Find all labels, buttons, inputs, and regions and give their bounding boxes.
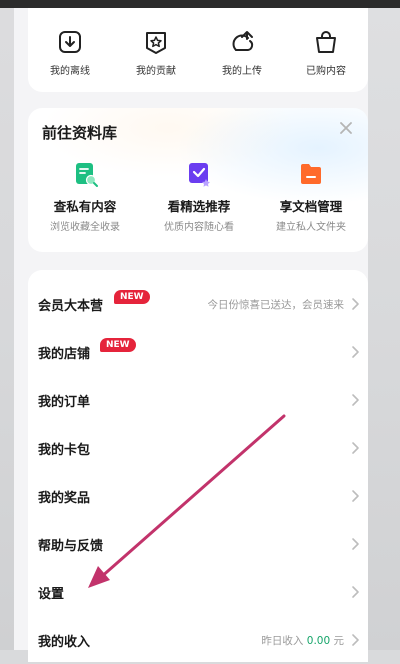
quick-action-label: 我的上传 [222, 66, 262, 77]
chevron-right-icon [352, 298, 359, 310]
menu-item-hint: 今日份惊喜已送达，会员速来 [207, 299, 345, 311]
income-hint-prefix: 昨日收入 [261, 635, 304, 647]
library-item-private[interactable]: 查私有内容 浏览收藏全收录 [30, 160, 140, 233]
menu-item-label: 我的卡包 [38, 443, 91, 458]
menu-item-card-wallet[interactable]: 我的卡包 [28, 424, 368, 472]
curated-check-icon [189, 163, 210, 187]
star-badge-icon [146, 32, 166, 54]
library-item-manage[interactable]: 享文档管理 建立私人文件夹 [256, 160, 366, 233]
library-item-subtitle: 优质内容随心看 [164, 222, 234, 233]
chevron-right-icon [352, 634, 359, 646]
menu-item-label: 我的店铺 [38, 347, 91, 362]
menu-item-label: 我的奖品 [38, 491, 91, 506]
library-item-name: 看精选推荐 [167, 199, 231, 214]
chevron-right-icon [352, 490, 359, 502]
quick-actions-card: 我的离线 我的贡献 我的上传 已购内容 [28, 8, 368, 92]
menu-item-orders[interactable]: 我的订单 [28, 376, 368, 424]
menu-item-label: 设置 [38, 587, 65, 602]
quick-action-offline[interactable]: 我的离线 [30, 28, 110, 77]
chevron-right-icon [352, 442, 359, 454]
menu-item-income[interactable]: 我的收入 昨日收入 0.00 元 [28, 616, 368, 664]
income-hint: 昨日收入 0.00 元 [261, 633, 344, 648]
menu-item-label: 我的收入 [38, 635, 91, 650]
menu-item-prizes[interactable]: 我的奖品 [28, 472, 368, 520]
menu-item-help-feedback[interactable]: 帮助与反馈 [28, 520, 368, 568]
chevron-right-icon [352, 346, 359, 358]
menu-item-settings[interactable]: 设置 [28, 568, 368, 616]
top-status-strip [0, 0, 400, 8]
upload-cloud-icon [232, 31, 254, 51]
background-page-left [0, 8, 14, 650]
menu-item-label: 我的订单 [38, 395, 91, 410]
library-item-subtitle: 浏览收藏全收录 [50, 222, 120, 233]
income-hint-suffix: 元 [333, 635, 345, 647]
menu-item-label: 会员大本营 [38, 299, 104, 314]
chevron-right-icon [352, 538, 359, 550]
chevron-right-icon [352, 394, 359, 406]
folder-icon [301, 164, 321, 184]
new-badge: NEW [114, 290, 150, 304]
library-card: 前往资料库 查私有内容 浏览收藏全收录 看精选推荐 优质内容随心看 享文档管理 … [28, 108, 368, 252]
library-item-name: 查私有内容 [53, 199, 117, 214]
menu-card: 会员大本营 NEW 今日份惊喜已送达，会员速来 我的店铺 NEW 我的订单 我的… [28, 270, 368, 662]
quick-action-purchased[interactable]: 已购内容 [286, 28, 366, 77]
download-box-icon [59, 31, 81, 53]
close-icon[interactable] [336, 118, 356, 138]
library-title: 前往资料库 [42, 124, 118, 142]
quick-action-label: 已购内容 [306, 66, 346, 77]
chevron-right-icon [352, 586, 359, 598]
quick-action-label: 我的离线 [50, 66, 90, 77]
income-value: 0.00 [306, 635, 331, 647]
library-item-curated[interactable]: 看精选推荐 优质内容随心看 [144, 160, 254, 233]
new-badge: NEW [100, 338, 136, 352]
shopping-bag-icon [316, 31, 336, 53]
quick-action-upload[interactable]: 我的上传 [202, 28, 282, 77]
library-item-name: 享文档管理 [279, 199, 343, 214]
quick-action-contribution[interactable]: 我的贡献 [116, 28, 196, 77]
menu-item-membership[interactable]: 会员大本营 NEW 今日份惊喜已送达，会员速来 [28, 280, 368, 328]
background-page-right [368, 8, 400, 650]
menu-item-label: 帮助与反馈 [38, 539, 104, 554]
menu-item-shop[interactable]: 我的店铺 NEW [28, 328, 368, 376]
library-item-subtitle: 建立私人文件夹 [276, 222, 346, 233]
quick-action-label: 我的贡献 [136, 66, 176, 77]
private-docs-icon [76, 163, 98, 187]
